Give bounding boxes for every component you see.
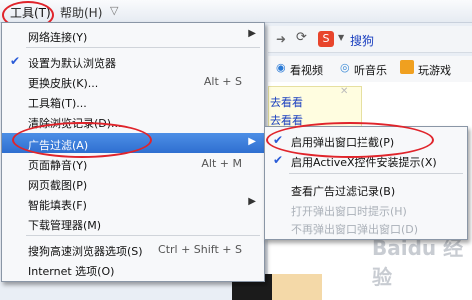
menu-item-label: 智能填表(F) — [28, 199, 87, 212]
close-icon[interactable]: ✕ — [340, 86, 348, 97]
menu-item-browser-options[interactable]: 搜狗高速浏览器选项(S) Ctrl + Shift + S — [2, 239, 264, 259]
menu-item-label: 下载管理器(M) — [28, 219, 102, 232]
menu-item-shortcut: Alt + S — [203, 75, 242, 88]
menu-item-toolbox[interactable]: 工具箱(T)... — [2, 91, 264, 111]
chevron-down-icon[interactable]: ▼ — [338, 33, 344, 42]
divider — [26, 47, 260, 48]
forward-icon[interactable]: ➜ — [276, 32, 286, 46]
menu-item-shortcut: Ctrl + Shift + S — [158, 243, 242, 256]
menu-item-downloads[interactable]: 下载管理器(M) — [2, 213, 264, 233]
submenu-item-no-popup: 不再弹出窗口弹出窗口(D) — [265, 217, 467, 237]
menu-item-internet-options[interactable]: Internet 选项(O) — [2, 259, 264, 279]
menu-item-label: Internet 选项(O) — [28, 265, 115, 278]
annotation-circle-popup-block — [266, 122, 434, 158]
menu-item-label: 搜狗高速浏览器选项(S) — [28, 245, 143, 258]
chevron-right-icon: ▶ — [248, 136, 256, 147]
menu-item-network[interactable]: 网络连接(Y) ▶ — [2, 25, 264, 45]
sogou-logo-icon: S — [318, 31, 334, 47]
menu-item-label: 更换皮肤(K)... — [28, 77, 99, 90]
divider — [289, 173, 463, 174]
menu-item-label: 设置为默认浏览器 — [28, 57, 116, 70]
menu-item-label: 网页截图(P) — [28, 179, 88, 192]
toolbar-games[interactable]: 玩游戏 — [418, 62, 451, 78]
submenu-item-view-log[interactable]: 查看广告过滤记录(B) — [265, 179, 467, 199]
menubar: 工具(T) 帮助(H) ▽ — [0, 0, 472, 23]
watermark: Baidu 经验 — [372, 236, 464, 289]
menu-item-shortcut: Alt + M — [201, 157, 242, 170]
menu-item-screenshot[interactable]: 网页截图(P) — [2, 173, 264, 193]
submenu-item-popup-prompt: 打开弹出窗口时提示(H) — [265, 199, 467, 219]
annotation-circle-ad-filter — [12, 122, 152, 158]
menu-item-default-browser[interactable]: ✔ 设置为默认浏览器 — [2, 51, 264, 71]
menu-item-autofill[interactable]: 智能填表(F) ▶ — [2, 193, 264, 213]
menu-item-label: 查看广告过滤记录(B) — [291, 185, 396, 198]
music-icon: ◎ — [340, 61, 350, 74]
address-toolbar: ➜ ⟳ S ▼ 搜狗 — [268, 26, 472, 53]
search-engine-label[interactable]: 搜狗 — [350, 32, 374, 49]
divider — [26, 235, 260, 236]
video-icon: ◉ — [276, 61, 286, 74]
menu-item-label: 工具箱(T)... — [28, 97, 87, 110]
menu-item-skin[interactable]: 更换皮肤(K)... Alt + S — [2, 71, 264, 91]
toolbar-video[interactable]: 看视频 — [290, 62, 323, 78]
link-go-see-1[interactable]: 去看看 — [270, 94, 303, 110]
menu-item-label: 网络连接(Y) — [28, 31, 88, 44]
menu-help[interactable]: 帮助(H) — [60, 4, 102, 21]
refresh-icon[interactable]: ⟳ — [296, 30, 307, 45]
menu-item-label: 不再弹出窗口弹出窗口(D) — [291, 223, 419, 236]
check-icon: ✔ — [10, 54, 21, 68]
menu-item-mute[interactable]: 页面静音(Y) Alt + M — [2, 153, 264, 173]
menu-dropdown-icon[interactable]: ▽ — [110, 4, 118, 17]
toolbar-music[interactable]: 听音乐 — [354, 62, 387, 78]
check-icon: ✔ — [273, 153, 284, 167]
favorites-toolbar: ◉ 看视频 ◎ 听音乐 玩游戏 — [268, 56, 472, 82]
chevron-right-icon: ▶ — [248, 196, 256, 207]
chevron-right-icon: ▶ — [248, 28, 256, 39]
game-icon — [400, 60, 414, 74]
menu-item-label: 页面静音(Y) — [28, 159, 88, 172]
